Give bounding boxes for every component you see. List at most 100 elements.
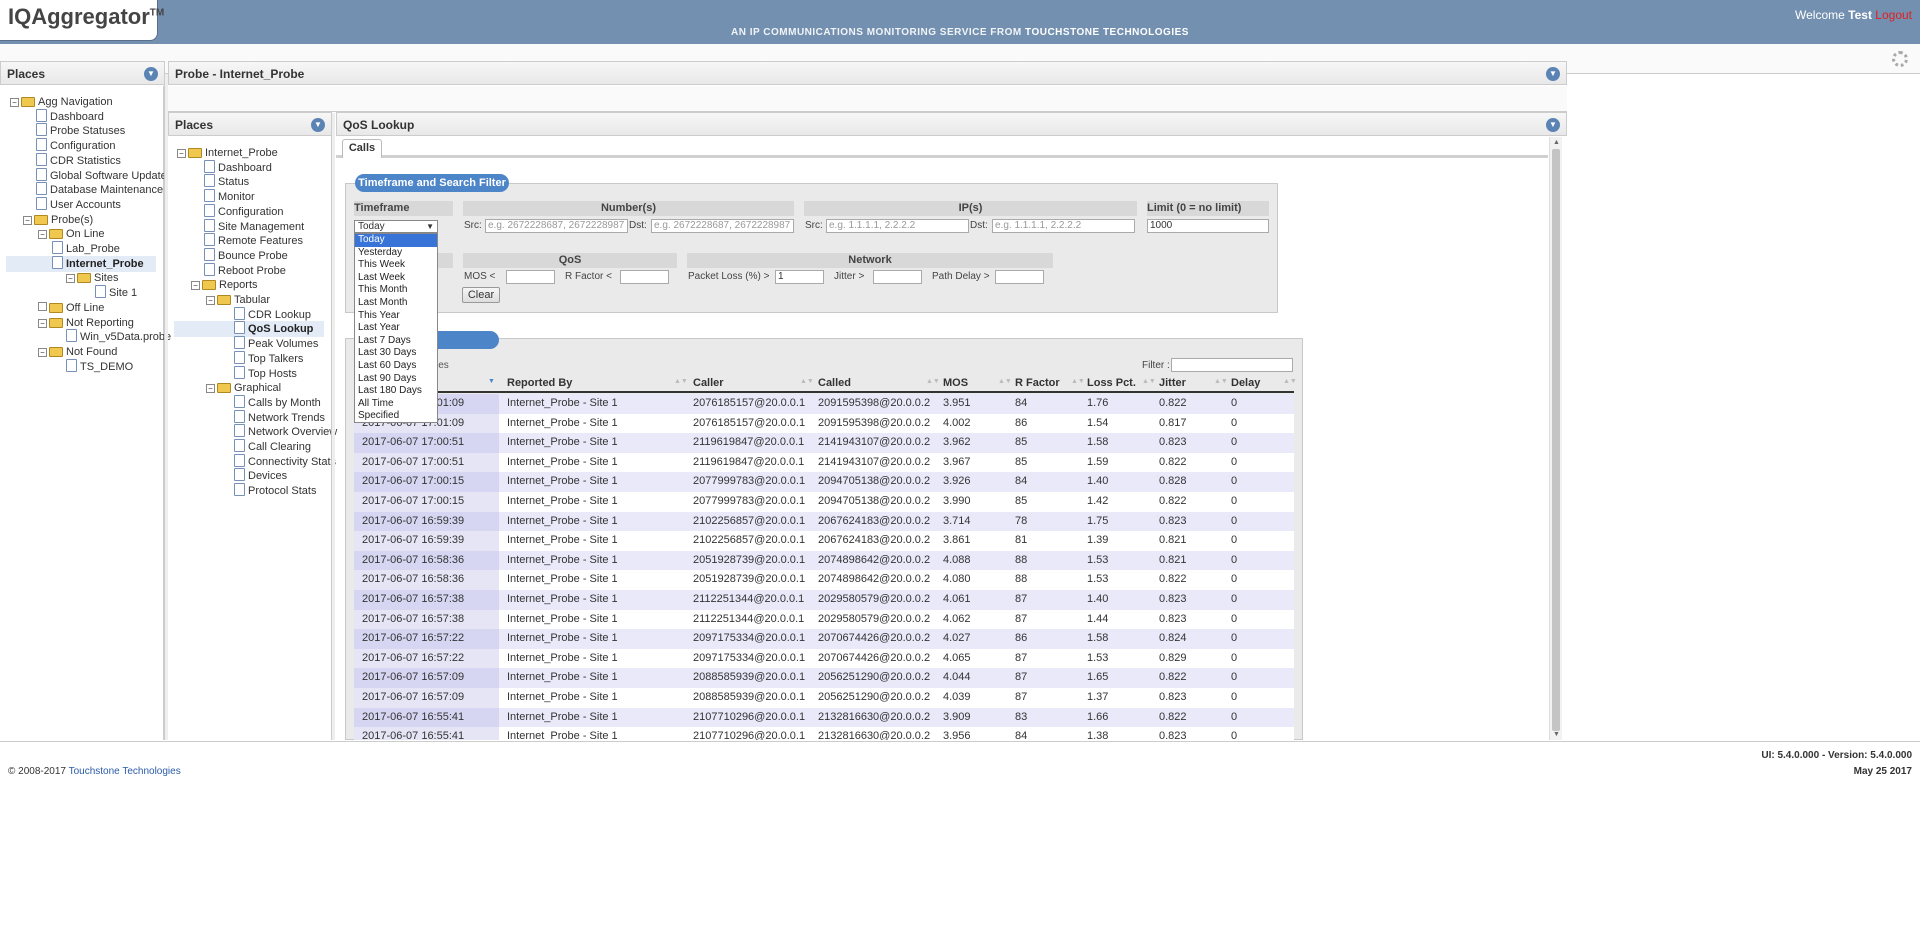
tree-item-ts-demo[interactable]: TS_DEMO — [66, 358, 133, 375]
timeframe-option-specified[interactable]: Specified — [355, 410, 437, 423]
expand-collapse-icon[interactable]: − — [38, 318, 47, 328]
number-dst-input[interactable]: e.g. 2672228687, 2672228987 — [651, 219, 794, 233]
tree-item-win-v5data-probe[interactable]: Win_v5Data.probe — [66, 329, 171, 345]
expand-collapse-icon[interactable]: − — [177, 149, 186, 158]
expand-collapse-icon[interactable]: − — [191, 281, 200, 291]
tree-item-internet-probe[interactable]: Internet_Probe — [6, 255, 156, 272]
timeframe-option-all-time[interactable]: All Time — [355, 398, 437, 411]
tree-item-probe-s[interactable]: − Probe(s) — [23, 212, 93, 228]
timeframe-option-last-180-days[interactable]: Last 180 Days — [355, 385, 437, 398]
logout-link[interactable]: Logout — [1875, 8, 1912, 22]
jitter-input[interactable] — [873, 270, 922, 284]
table-row[interactable]: 2017-06-07 16:59:39 Internet_Probe - Site… — [354, 511, 1294, 532]
tree-item-dashboard[interactable]: Dashboard — [36, 108, 104, 125]
table-row[interactable]: 2017-06-07 16:57:09 Internet_Probe - Site… — [354, 668, 1294, 688]
tree-item-on-line[interactable]: − On Line — [38, 226, 105, 242]
scrollbar-thumb[interactable] — [1552, 149, 1560, 731]
tree-item-probe-statuses[interactable]: Probe Statuses — [36, 123, 125, 139]
timeframe-option-this-week[interactable]: This Week — [355, 259, 437, 272]
tree-item-top-hosts[interactable]: Top Hosts — [234, 365, 297, 382]
timeframe-option-today[interactable]: Today — [355, 234, 437, 247]
tree-item-top-talkers[interactable]: Top Talkers — [234, 350, 303, 367]
expand-collapse-icon[interactable]: − — [66, 274, 75, 284]
tree-item-lab-probe[interactable]: Lab_Probe — [52, 241, 120, 257]
tree-item-status[interactable]: Status — [204, 174, 249, 190]
tree-item-configuration[interactable]: Configuration — [36, 138, 115, 154]
timeframe-option-last-year[interactable]: Last Year — [355, 322, 437, 335]
timeframe-option-last-90-days[interactable]: Last 90 Days — [355, 373, 437, 386]
sort-icon[interactable]: ▲▼ — [1142, 378, 1156, 385]
col-reported-by[interactable]: Reported By — [507, 377, 572, 389]
timeframe-option-yesterday[interactable]: Yesterday — [355, 247, 437, 260]
sort-desc-icon[interactable]: ▼ — [488, 378, 495, 385]
sort-icon[interactable]: ▲▼ — [1071, 378, 1085, 385]
expand-collapse-icon[interactable] — [38, 301, 47, 311]
col-rfactor[interactable]: R Factor — [1015, 377, 1060, 389]
tree-item-monitor[interactable]: Monitor — [204, 189, 255, 205]
timeframe-select[interactable]: Today ▼ — [354, 220, 438, 233]
collapse-icon[interactable]: ▼ — [1546, 67, 1560, 81]
number-src-input[interactable]: e.g. 2672228687, 2672228987 — [485, 219, 628, 233]
table-row[interactable]: 2017-06-07 17:01:09Internet_Probe - Site… — [354, 394, 1294, 414]
table-row[interactable]: 2017-06-07 17:00:51 Internet_Probe - Site… — [354, 452, 1294, 473]
tree-item-database-maintenance[interactable]: Database Maintenance — [36, 182, 163, 198]
timeframe-option-last-60-days[interactable]: Last 60 Days — [355, 360, 437, 373]
tree-item-site-management[interactable]: Site Management — [204, 218, 304, 235]
sort-icon[interactable]: ▲▼ — [674, 378, 688, 385]
expand-collapse-icon[interactable]: − — [206, 296, 215, 305]
tree-item-site-1[interactable]: Site 1 — [95, 285, 137, 301]
col-jitter[interactable]: Jitter — [1159, 377, 1186, 389]
rfactor-input[interactable] — [620, 270, 669, 284]
table-row[interactable]: 2017-06-07 17:01:09Internet_Probe - Site… — [354, 413, 1294, 434]
tree-item-dashboard[interactable]: Dashboard — [204, 159, 272, 176]
sort-icon[interactable]: ▲▼ — [926, 378, 940, 385]
tree-item-reports[interactable]: − Reports — [191, 277, 258, 293]
table-row[interactable]: 2017-06-07 16:58:36 Internet_Probe - Site… — [354, 550, 1294, 571]
col-called[interactable]: Called — [818, 377, 851, 389]
col-losspct[interactable]: Loss Pct. — [1087, 377, 1136, 389]
packetloss-input[interactable]: 1 — [775, 270, 824, 284]
timeframe-option-last-7-days[interactable]: Last 7 Days — [355, 335, 437, 348]
timeframe-option-last-month[interactable]: Last Month — [355, 297, 437, 310]
table-row[interactable]: 2017-06-07 17:00:15 Internet_Probe - Site… — [354, 472, 1294, 492]
scroll-down-icon[interactable]: ▼ — [1553, 731, 1560, 738]
col-caller[interactable]: Caller — [693, 377, 724, 389]
ip-src-input[interactable]: e.g. 1.1.1.1, 2.2.2.2 — [826, 219, 969, 233]
table-row[interactable]: 2017-06-07 16:57:38 Internet_Probe - Site… — [354, 590, 1294, 610]
tree-item-protocol-stats[interactable]: Protocol Stats — [234, 483, 316, 499]
tree-item-calls-by-month[interactable]: Calls by Month — [234, 394, 321, 411]
table-row[interactable]: 2017-06-07 16:57:09 Internet_Probe - Site… — [354, 688, 1294, 708]
table-row[interactable]: 2017-06-07 16:59:39 Internet_Probe - Site… — [354, 531, 1294, 551]
tree-item-remote-features[interactable]: Remote Features — [204, 233, 303, 249]
expand-collapse-icon[interactable]: − — [23, 215, 32, 225]
tree-item-bounce-probe[interactable]: Bounce Probe — [204, 247, 288, 264]
panel-splitter[interactable] — [331, 113, 335, 740]
collapse-icon[interactable]: ▼ — [144, 67, 158, 81]
expand-collapse-icon[interactable]: − — [38, 230, 47, 240]
table-row[interactable]: 2017-06-07 16:58:36 Internet_Probe - Site… — [354, 570, 1294, 590]
tree-item-graphical[interactable]: − Graphical — [206, 380, 281, 396]
tree-item-cdr-lookup[interactable]: CDR Lookup — [234, 306, 311, 323]
pathdelay-input[interactable] — [995, 270, 1044, 284]
sort-icon[interactable]: ▲▼ — [998, 378, 1012, 385]
table-filter-input[interactable] — [1171, 358, 1293, 372]
tree-item-cdr-statistics[interactable]: CDR Statistics — [36, 152, 121, 169]
clear-button[interactable]: Clear — [462, 287, 500, 303]
company-link[interactable]: Touchstone Technologies — [69, 766, 181, 777]
tree-item-network-overview[interactable]: Network Overview — [234, 424, 337, 440]
tree-item-configuration[interactable]: Configuration — [204, 203, 283, 220]
table-row[interactable]: 2017-06-07 16:57:22 Internet_Probe - Site… — [354, 648, 1294, 669]
timeframe-option-this-year[interactable]: This Year — [355, 310, 437, 323]
table-row[interactable]: 2017-06-07 16:55:41 Internet_Probe - Site… — [354, 727, 1294, 740]
tree-item-connectivity-stats[interactable]: Connectivity Stats — [234, 453, 336, 470]
tree-item-reboot-probe[interactable]: Reboot Probe — [204, 262, 286, 279]
expand-collapse-icon[interactable]: − — [38, 347, 47, 357]
tree-item-qos-lookup[interactable]: QoS Lookup — [174, 321, 324, 338]
tree-item-global-software-update[interactable]: Global Software Update — [36, 167, 167, 184]
table-row[interactable]: 2017-06-07 16:57:38 Internet_Probe - Site… — [354, 609, 1294, 630]
table-row[interactable]: 2017-06-07 17:00:15 Internet_Probe - Site… — [354, 492, 1294, 512]
tree-item-devices[interactable]: Devices — [234, 468, 287, 484]
tree-item-network-trends[interactable]: Network Trends — [234, 409, 325, 426]
tab-calls[interactable]: Calls — [342, 139, 382, 158]
scroll-up-icon[interactable]: ▲ — [1553, 139, 1560, 146]
